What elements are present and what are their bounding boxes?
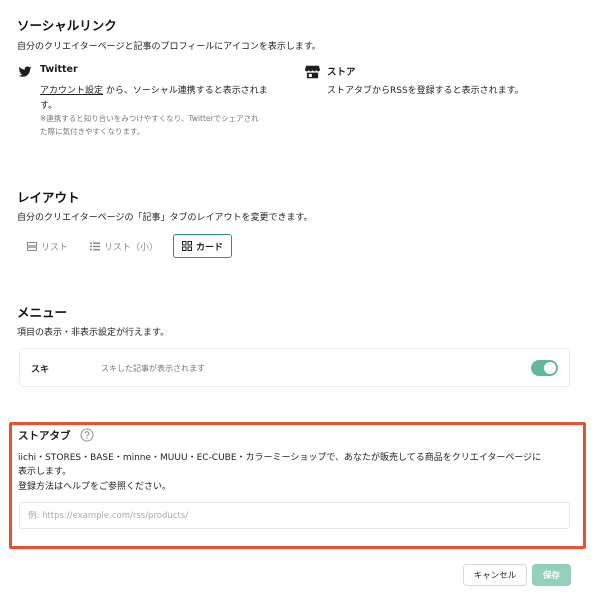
save-button[interactable]: 保存 [532, 564, 571, 586]
store-label: ストア [327, 67, 356, 78]
layout-section-title: レイアウト [17, 190, 80, 205]
layout-option-card[interactable]: カード [173, 234, 232, 258]
twitter-label: Twitter [40, 64, 78, 75]
layout-option-card-label: カード [196, 242, 224, 253]
cancel-button[interactable]: キャンセル [463, 564, 527, 586]
layout-section-description: 自分のクリエイターページの「記事」タブのレイアウトを変更できます。 [17, 213, 313, 223]
store-tab-title: ストアタブ [18, 430, 71, 442]
list-icon [27, 241, 37, 251]
store-tab-description-line1: iichi・STORES・BASE・minne・MUUU・EC-CUBE・カラー… [18, 453, 542, 463]
toggle-knob [544, 362, 556, 374]
suki-toggle[interactable] [531, 360, 558, 376]
social-section-description: 自分のクリエイターページと記事のプロフィールにアイコンを表示します。 [17, 42, 321, 52]
twitter-note-line2: た際に気付きやすくなります。 [40, 127, 145, 136]
card-grid-icon [182, 241, 192, 251]
twitter-connect-text-rest: から、ソーシャル連携すると表示されま [105, 86, 268, 96]
twitter-connect-text: アカウント設定 から、ソーシャル連携すると表示されま [40, 83, 268, 96]
store-description: ストアタブからRSSを登録すると表示されます。 [327, 86, 524, 96]
twitter-connect-text-line2: す。 [40, 101, 58, 111]
store-icon [305, 64, 320, 79]
menu-item-label: スキ [31, 365, 50, 375]
twitter-bird-icon [18, 64, 32, 78]
menu-section-description: 項目の表示・非表示設定が行えます。 [17, 328, 170, 338]
account-settings-link[interactable]: アカウント設定 [40, 86, 103, 96]
layout-option-small-list-label: リスト（小） [104, 242, 159, 253]
menu-section-title: メニュー [17, 305, 68, 320]
help-circle-icon[interactable] [80, 427, 94, 442]
rss-url-input[interactable] [19, 502, 570, 529]
store-tab-help-text: 登録方法はヘルプをご参照ください。 [18, 482, 172, 492]
layout-option-small-list[interactable]: リスト（小） [90, 234, 158, 258]
menu-item-suki: スキ スキした記事が表示されます [19, 348, 570, 387]
small-list-icon [90, 242, 100, 251]
menu-item-description: スキした記事が表示されます [101, 364, 205, 373]
store-tab-description-line2: 表示します。 [18, 467, 72, 477]
twitter-note-line1: ※連携すると知り合いをみつけやすくなり、Twitterでシェアされ [40, 114, 259, 123]
social-section-title: ソーシャルリンク [17, 18, 117, 33]
layout-option-list[interactable]: リスト [27, 234, 68, 258]
layout-option-list-label: リスト [41, 242, 69, 253]
